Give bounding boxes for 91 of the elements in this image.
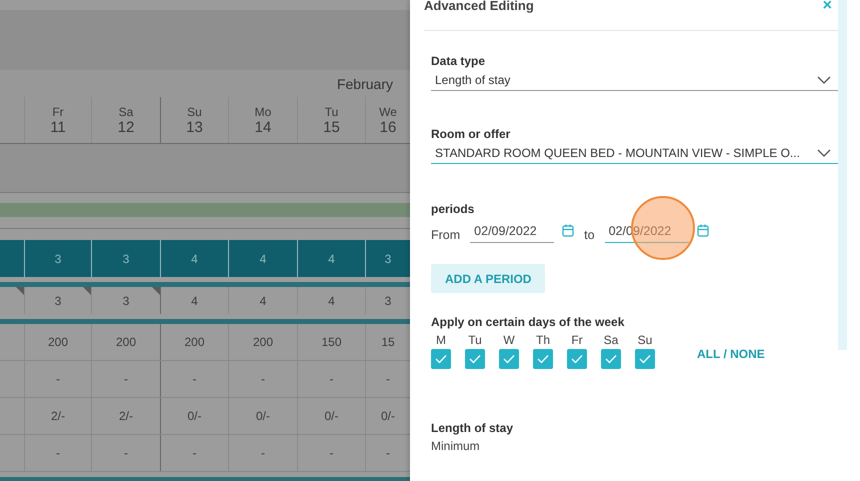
table-cell: 4 [191,252,198,266]
table-cell: 3 [54,252,62,266]
table-cell: 150 [321,335,342,349]
table-cell: - [386,372,390,386]
weekday-label: Tu [324,104,338,118]
dropdown[interactable]: STANDARD ROOM QUEEN BED - MOUNTAIN VIEW - SIMPLE O... [431,143,838,164]
checkbox[interactable] [601,349,621,369]
table-cell: 200 [184,335,205,349]
calendar-icon [562,224,574,237]
table-cell: - [56,446,60,460]
table-cell: 200 [252,335,274,349]
check-icon [469,354,481,364]
day-number: 12 [118,118,134,136]
table-cell: 4 [328,252,335,266]
check-icon [435,354,447,364]
table-cell: 2/- [118,409,133,423]
chevron-down-icon [817,149,831,157]
table-cell: 4 [260,294,266,308]
day-number: 11 [50,118,66,136]
table-cell: - [330,372,334,386]
table-cell: - [261,372,265,386]
table-cell: - [124,446,128,460]
check-icon [537,354,549,364]
weekday-label: Sa [604,333,618,347]
check-icon [605,354,617,364]
date-field[interactable]: 02/09/2022 [470,224,554,243]
scrollbar[interactable] [838,0,847,350]
table-cell: 3 [54,294,62,308]
table-cell: 3 [122,252,130,266]
month-label: February [336,76,393,92]
weekday-label: Sa [118,104,134,118]
table-cell: 2/- [50,409,65,423]
weekday-label: Th [536,333,550,347]
to-label: to [584,228,595,243]
section-label: periods [431,202,476,216]
weekday-label: W [503,333,515,347]
table-cell: 4 [328,294,335,308]
weekday-label: Mo [254,104,272,118]
table-cell: 0/- [187,409,202,423]
table-cell: - [386,446,390,460]
table-cell: 3 [122,294,130,308]
check-icon [571,354,583,364]
add-period-button[interactable]: ADD A PERIOD [431,264,546,293]
day-number: 16 [380,118,396,136]
field-label: Minimum [431,439,481,453]
section-label: Length of stay [431,421,514,435]
table-cell: 0/- [380,409,395,423]
dropdown[interactable]: Length of stay [431,70,838,91]
check-icon [639,354,651,364]
close-button[interactable]: × [816,0,838,12]
table-cell: - [192,446,196,460]
corner-mark-icon [16,287,24,295]
table-cell: 200 [116,335,136,349]
day-number: 14 [254,118,272,136]
checkbox[interactable] [533,349,553,369]
check-icon [503,354,515,364]
weekday-label: M [436,333,446,347]
field-label: Data type [431,54,486,68]
panel-title: Advanced Editing [424,0,534,12]
table-cell: 15 [381,335,395,349]
table-cell: 3 [384,294,392,308]
checkbox[interactable] [499,349,519,369]
calendar-icon [696,224,709,237]
checkbox[interactable] [567,349,587,369]
table-cell: - [124,372,128,386]
weekday-label: Fr [571,333,583,347]
table-cell: 0/- [256,409,270,423]
day-number: 15 [323,118,340,136]
table-cell: 200 [48,335,68,349]
chevron-down-icon [817,76,831,84]
table-cell: - [56,372,60,386]
table-cell: - [330,446,334,460]
day-number: 13 [186,118,203,136]
table-cell: 4 [260,252,266,266]
weekday-label: Su [187,104,202,118]
table-cell: - [261,446,265,460]
table-cell: 4 [191,294,198,308]
checkbox[interactable] [635,349,655,369]
weekday-label: We [379,104,397,118]
section-label: Apply on certain days of the week [431,315,626,329]
field-label: Room or offer [431,127,512,141]
all-none-button[interactable]: ALL / NONE [697,343,765,365]
table-cell: - [192,372,196,386]
weekday-label: Fr [52,104,64,118]
weekday-label: Tu [468,333,482,347]
checkbox[interactable] [431,349,451,369]
from-label: From [431,228,460,243]
weekday-label: Su [638,333,652,347]
table-cell: 3 [384,252,392,266]
checkbox[interactable] [465,349,485,369]
table-cell: 0/- [324,409,338,423]
